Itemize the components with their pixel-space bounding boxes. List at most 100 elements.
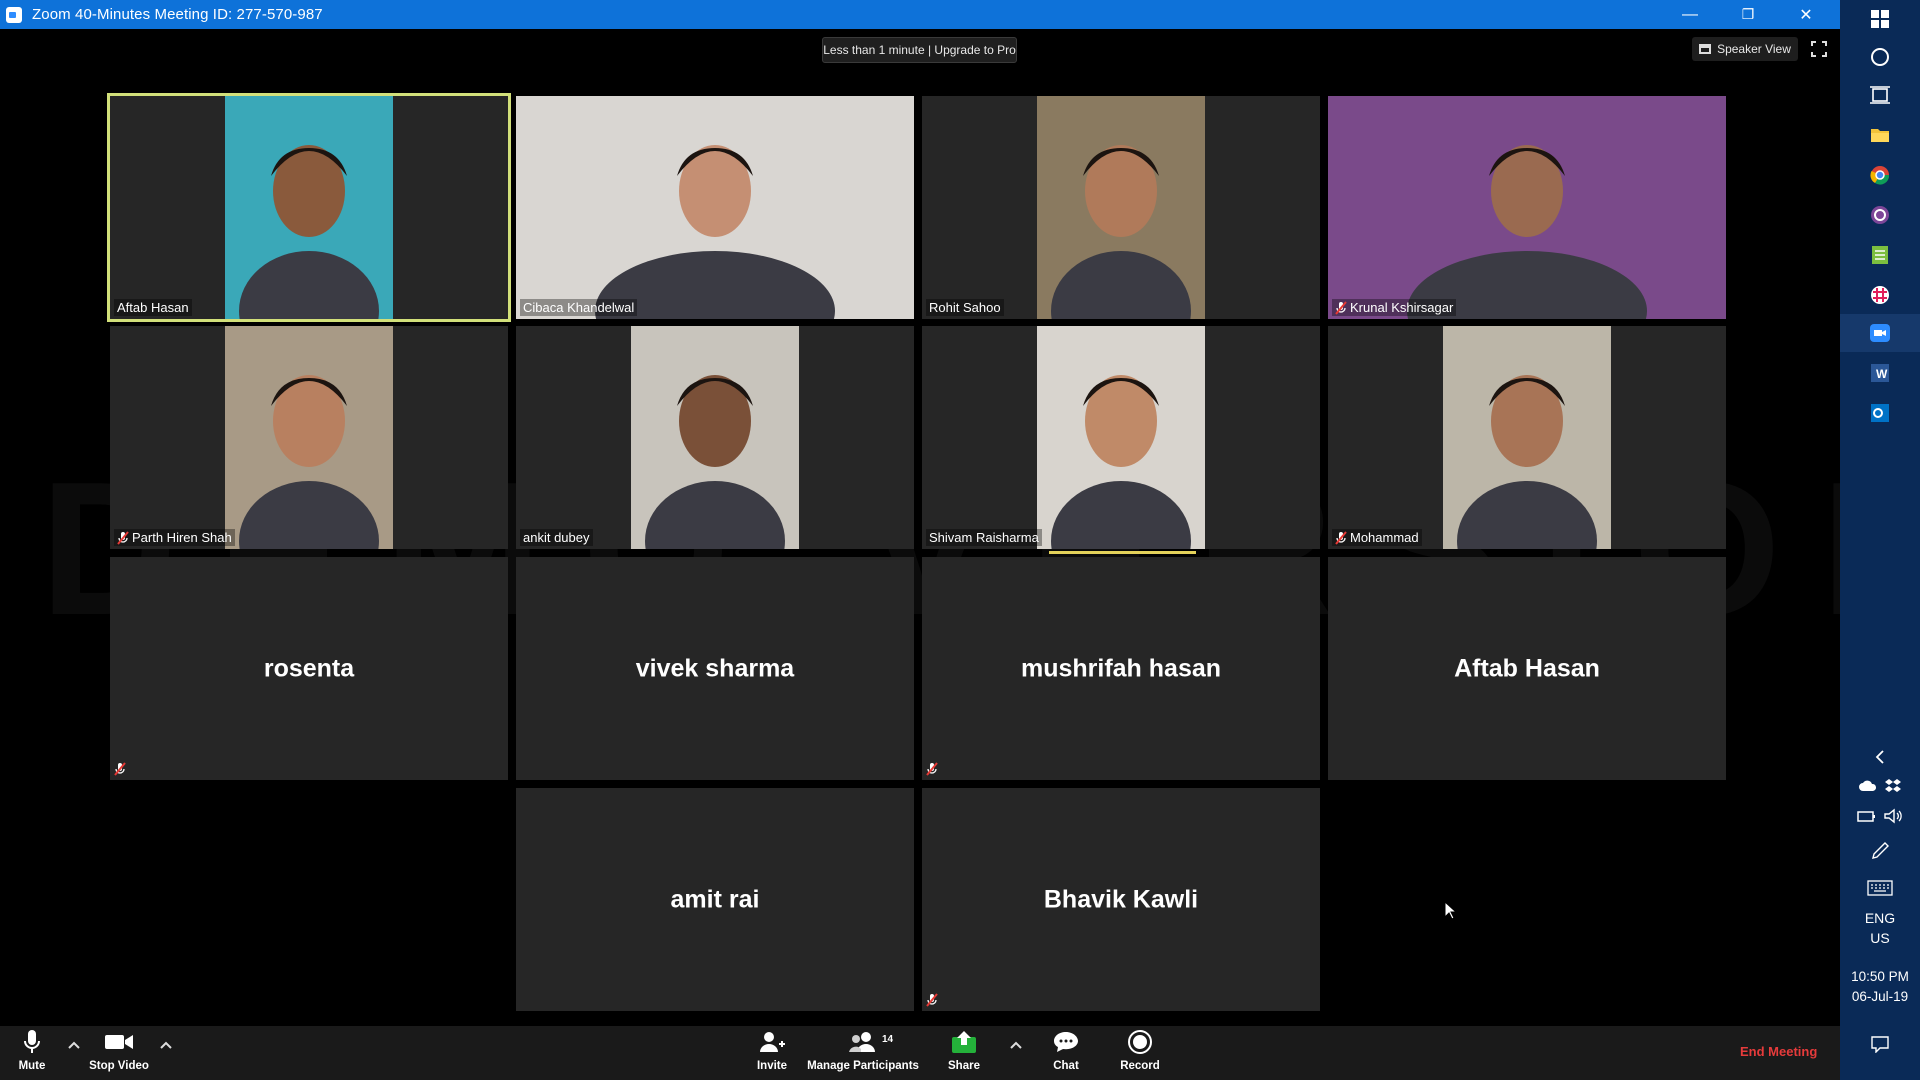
manage-participants-button[interactable]: Manage Participants (807, 1026, 919, 1080)
invite-person-icon (760, 1032, 785, 1052)
participant-tile[interactable]: rosenta (110, 557, 508, 780)
speaking-indicator (1049, 551, 1196, 554)
participant-tile[interactable]: amit rai (516, 788, 914, 1011)
tor-browser-icon[interactable] (1840, 196, 1920, 234)
language-code: ENG (1864, 910, 1896, 926)
title-bar: Zoom 40-Minutes Meeting ID: 277-570-987 … (0, 0, 1840, 29)
participant-tile[interactable]: Parth Hiren Shah (110, 326, 508, 549)
participant-name: Aftab Hasan (1454, 654, 1600, 682)
participant-video-feed (225, 96, 393, 319)
video-options-caret-icon[interactable] (160, 1040, 172, 1050)
close-button[interactable]: ✕ (1777, 0, 1835, 29)
speaker-view-label: Speaker View (1717, 42, 1791, 56)
participant-video-feed (1443, 326, 1611, 549)
participant-tile[interactable]: Krunal Kshirsagar (1328, 96, 1726, 319)
participant-video-feed (1037, 326, 1205, 549)
muted-mic-icon (926, 762, 938, 776)
participant-tile[interactable]: mushrifah hasan (922, 557, 1320, 780)
record-icon (1128, 1030, 1152, 1054)
stop-video-button[interactable]: Stop Video (88, 1026, 150, 1080)
mute-button[interactable]: Mute (12, 1026, 52, 1080)
spreadsheet-app-icon[interactable] (1840, 236, 1920, 274)
minimize-button[interactable]: — (1661, 0, 1719, 29)
participant-name: Aftab Hasan (117, 300, 189, 315)
participant-name: mushrifah hasan (1020, 654, 1222, 682)
clock[interactable]: 10:50 PM 06-Jul-19 (1840, 967, 1920, 1007)
participant-video-feed (225, 326, 393, 549)
restore-button[interactable]: ❐ (1719, 0, 1777, 29)
participant-tile[interactable]: Aftab Hasan (1328, 557, 1726, 780)
participant-name: vivek sharma (635, 654, 795, 682)
input-language[interactable]: ENG US (1840, 908, 1920, 948)
share-label: Share (948, 1060, 980, 1072)
trial-upgrade-banner[interactable]: Less than 1 minute | Upgrade to Pro (822, 37, 1017, 63)
tray-row-system (1840, 801, 1920, 831)
end-meeting-button[interactable]: End Meeting (1740, 1044, 1817, 1059)
muted-mic-icon (117, 530, 129, 545)
share-options-caret-icon[interactable] (1010, 1040, 1022, 1050)
windows-start-icon[interactable] (1840, 0, 1920, 38)
record-label: Record (1120, 1060, 1160, 1072)
participant-name: Krunal Kshirsagar (1350, 300, 1454, 315)
slack-icon[interactable] (1840, 276, 1920, 314)
pen-workspace-icon[interactable] (1840, 835, 1920, 867)
zoom-meeting-window: Zoom 40-Minutes Meeting ID: 277-570-987 … (0, 0, 1920, 1080)
speaker-view-icon (1699, 44, 1712, 54)
participant-tile[interactable]: Mohammad (1328, 326, 1726, 549)
participant-tile[interactable]: Shivam Raisharma (922, 326, 1320, 549)
participant-name-tag: Aftab Hasan (114, 299, 192, 316)
clock-time: 10:50 PM (1851, 969, 1909, 984)
participant-name: rosenta (263, 654, 355, 682)
window-title: Zoom 40-Minutes Meeting ID: 277-570-987 (32, 6, 323, 23)
tray-row-cloud (1840, 771, 1920, 801)
participant-name: Bhavik Kawli (1043, 885, 1199, 913)
record-button[interactable]: Record (1118, 1026, 1162, 1080)
task-view-icon[interactable] (1840, 76, 1920, 114)
zoom-app-icon (6, 6, 22, 23)
participant-name: Rohit Sahoo (929, 300, 1001, 315)
chat-button[interactable]: Chat (1046, 1026, 1086, 1080)
onedrive-icon[interactable] (1858, 779, 1878, 793)
windows-taskbar: W ENG US 10:50 PM 06-Jul-19 (1840, 0, 1920, 1080)
svg-text:W: W (1876, 367, 1888, 381)
muted-mic-icon (1335, 300, 1347, 315)
clock-date: 06-Jul-19 (1851, 989, 1909, 1004)
participant-video-feed (1037, 96, 1205, 319)
zoom-taskbar-icon[interactable] (1840, 314, 1920, 352)
fullscreen-icon[interactable] (1810, 40, 1828, 58)
battery-icon[interactable] (1857, 809, 1877, 823)
participant-name: Shivam Raisharma (929, 530, 1039, 545)
participant-tile[interactable]: Rohit Sahoo (922, 96, 1320, 319)
video-camera-icon (105, 1035, 133, 1049)
speaker-view-button[interactable]: Speaker View (1692, 37, 1798, 61)
microphone-icon (24, 1030, 40, 1053)
participant-tile[interactable]: ankit dubey (516, 326, 914, 549)
word-icon[interactable]: W (1840, 354, 1920, 392)
language-region: US (1870, 930, 1890, 946)
touch-keyboard-icon[interactable] (1840, 872, 1920, 904)
chrome-icon[interactable] (1840, 156, 1920, 194)
mute-label: Mute (18, 1060, 46, 1072)
cortana-icon[interactable] (1840, 38, 1920, 76)
share-screen-icon (952, 1031, 976, 1053)
outlook-icon[interactable] (1840, 394, 1920, 432)
participant-tile[interactable]: Aftab Hasan (107, 93, 511, 322)
invite-button[interactable]: Invite (752, 1026, 792, 1080)
participant-name: amit rai (670, 885, 760, 913)
file-explorer-icon[interactable] (1840, 116, 1920, 154)
participant-count: 14 (882, 1034, 894, 1045)
participant-name: Mohammad (1350, 530, 1419, 545)
participant-name-tag: Rohit Sahoo (926, 299, 1004, 316)
participant-tile[interactable]: Bhavik Kawli (922, 788, 1320, 1011)
action-center-icon[interactable] (1840, 1024, 1920, 1064)
participant-video-feed (631, 326, 799, 549)
participant-tile[interactable]: Cibaca Khandelwal (516, 96, 914, 319)
audio-options-caret-icon[interactable] (68, 1040, 80, 1050)
participant-tile[interactable]: vivek sharma (516, 557, 914, 780)
volume-icon[interactable] (1883, 808, 1903, 824)
dropbox-icon[interactable] (1884, 778, 1902, 794)
participant-name-tag: Shivam Raisharma (926, 529, 1042, 546)
meeting-toolbar: Mute Stop Video Invite Manage Participan… (0, 1026, 1840, 1080)
share-screen-button[interactable]: Share (944, 1026, 984, 1080)
invite-label: Invite (756, 1060, 788, 1072)
